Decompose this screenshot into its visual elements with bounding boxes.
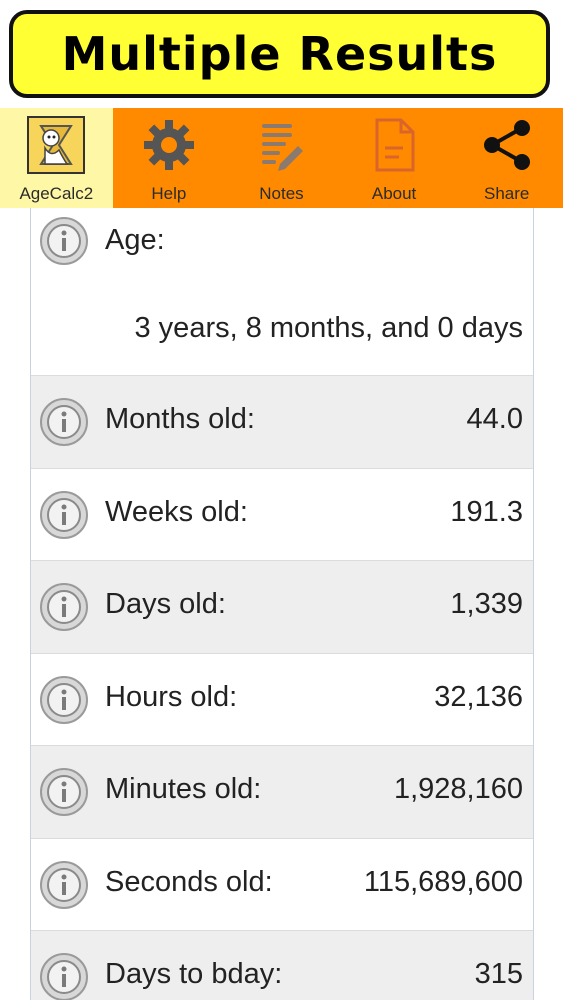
info-icon[interactable]	[39, 397, 89, 447]
gear-icon	[138, 114, 200, 176]
result-label: Hours old:	[105, 680, 238, 713]
info-icon[interactable]	[39, 216, 89, 266]
info-icon[interactable]	[39, 582, 89, 632]
result-value: 44.0	[466, 403, 523, 435]
toolbar-label: AgeCalc2	[19, 184, 94, 203]
result-label: Minutes old:	[105, 773, 262, 805]
result-label: Months old:	[105, 403, 255, 435]
result-row-months: Months old: 44.0	[31, 376, 533, 469]
result-label: Age:	[105, 224, 165, 256]
result-row-seconds: Seconds old: 115,689,600	[31, 839, 533, 931]
app-logo-icon	[25, 114, 87, 176]
toolbar-item-share[interactable]: Share	[450, 108, 563, 208]
result-value: 1,339	[450, 588, 523, 620]
toolbar-item-agecalc2[interactable]: AgeCalc2	[0, 108, 113, 208]
page-title: Multiple Results	[61, 27, 498, 81]
toolbar-item-notes[interactable]: Notes	[225, 108, 338, 208]
result-label: Weeks old:	[105, 495, 248, 528]
result-row-days-to-bday: Days to bday: 315	[31, 931, 533, 1000]
result-row-hours: Hours old: 32,136	[31, 654, 533, 746]
info-icon[interactable]	[39, 675, 89, 725]
results-list: Age: 3 years, 8 months, and 0 days Month…	[30, 208, 534, 1000]
result-value: 1,928,160	[393, 773, 523, 805]
result-value: 32,136	[434, 680, 523, 713]
toolbar-label: About	[371, 184, 417, 203]
toolbar-item-about[interactable]: About	[338, 108, 451, 208]
result-row-minutes: Minutes old: 1,928,160	[31, 746, 533, 839]
result-value: 191.3	[450, 495, 523, 528]
result-value: 315	[474, 958, 523, 990]
info-icon[interactable]	[39, 952, 89, 1000]
result-label: Days to bday:	[105, 958, 283, 990]
title-banner: Multiple Results	[9, 10, 550, 98]
result-label: Days old:	[105, 588, 226, 620]
share-icon	[476, 114, 538, 176]
result-row-days: Days old: 1,339	[31, 561, 533, 654]
result-value: 115,689,600	[363, 865, 523, 898]
result-row-age: Age: 3 years, 8 months, and 0 days	[31, 208, 533, 376]
info-icon[interactable]	[39, 767, 89, 817]
info-icon[interactable]	[39, 490, 89, 540]
result-label: Seconds old:	[105, 865, 273, 898]
result-row-weeks: Weeks old: 191.3	[31, 469, 533, 561]
toolbar-item-help[interactable]: Help	[113, 108, 226, 208]
notes-icon	[250, 114, 312, 176]
toolbar-label: Share	[483, 184, 530, 203]
toolbar: AgeCalc2 Help Notes About Share	[0, 108, 563, 208]
result-value: 3 years, 8 months, and 0 days	[134, 312, 524, 344]
info-icon[interactable]	[39, 860, 89, 910]
toolbar-label: Notes	[259, 184, 304, 203]
document-icon	[363, 114, 425, 176]
toolbar-label: Help	[151, 184, 187, 203]
